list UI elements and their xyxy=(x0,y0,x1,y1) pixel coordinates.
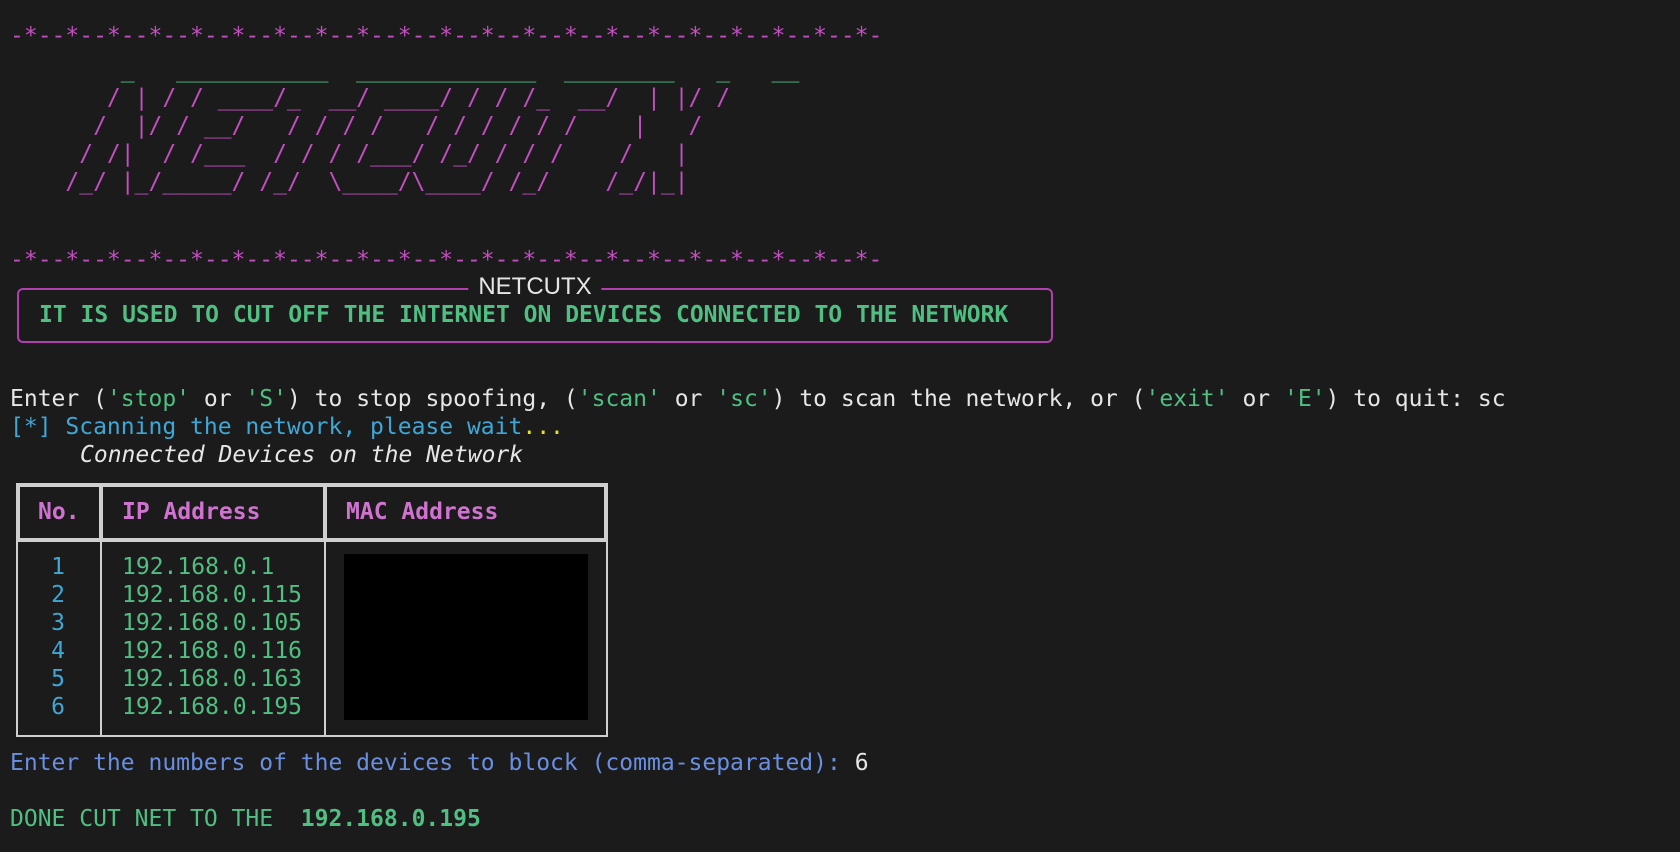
header-no: No. xyxy=(38,499,80,525)
banner-line-1: _ ___________ _____________ ________ _ _… xyxy=(10,57,800,83)
table-caption: Connected Devices on the Network xyxy=(80,442,524,468)
mac-address-redaction xyxy=(344,554,588,720)
device-ip: 192.168.0.163 xyxy=(122,666,303,692)
command-prompt-line: Enter ('stop' or 'S') to stop spoofing, … xyxy=(10,385,1506,413)
device-ip: 192.168.0.105 xyxy=(122,610,303,636)
panel-description: IT IS USED TO CUT OFF THE INTERNET ON DE… xyxy=(39,302,1009,328)
prompt-or-1: or xyxy=(190,386,246,412)
prompt-stop-text: ) to stop spoofing, ( xyxy=(286,386,578,412)
banner-line-2: / | / / ____/_ __/ ____/ / / /_ __/ | |/… xyxy=(10,85,731,111)
device-number: 1 xyxy=(51,554,65,580)
top-separator: -*--*--*--*--*--*--*--*--*--*--*--*--*--… xyxy=(10,23,883,49)
banner-line-4: / /| / /___ / / / /___/ /_/ / / / / | xyxy=(10,141,717,167)
netcutx-banner-logo: _ ___________ _____________ ________ _ _… xyxy=(10,56,799,196)
prompt-stop-word: 'stop' xyxy=(106,386,191,412)
prompt-user-input[interactable]: sc xyxy=(1478,386,1506,412)
device-number: 2 xyxy=(51,582,65,608)
device-ip: 192.168.0.1 xyxy=(122,554,275,580)
prompt-or-3: or xyxy=(1228,386,1284,412)
header-mac-address: MAC Address xyxy=(346,499,499,525)
device-number: 4 xyxy=(51,638,65,664)
prompt-enter: Enter ( xyxy=(10,386,107,412)
header-divider-1 xyxy=(99,483,103,542)
devices-table: No. IP Address MAC Address 1 2 3 4 5 6 1… xyxy=(16,483,608,737)
scanning-dots: ... xyxy=(522,414,564,440)
block-prompt-line: Enter the numbers of the devices to bloc… xyxy=(10,749,869,777)
result-ip: 192.168.0.195 xyxy=(300,806,481,832)
prompt-e-word: 'E' xyxy=(1284,386,1326,412)
prompt-exit-word: 'exit' xyxy=(1145,386,1229,412)
prompt-sc-word: 'sc' xyxy=(716,386,772,412)
device-ip: 192.168.0.116 xyxy=(122,638,303,664)
block-prompt-input[interactable]: 6 xyxy=(855,750,869,776)
prompt-quit-text: ) to quit: xyxy=(1325,386,1478,412)
device-number: 3 xyxy=(51,610,65,636)
banner-line-3: / |/ / __/ / / / / / / / / / / | / xyxy=(10,113,717,139)
header-ip-address: IP Address xyxy=(122,499,261,525)
scanning-text: [*] Scanning the network, please wait xyxy=(10,414,523,440)
prompt-scan-word: 'scan' xyxy=(577,386,661,412)
device-number: 6 xyxy=(51,694,65,720)
body-divider-1 xyxy=(100,542,102,737)
result-line: DONE CUT NET TO THE 192.168.0.195 xyxy=(10,805,481,833)
body-divider-2 xyxy=(324,542,326,737)
panel-title: NETCUTX xyxy=(468,273,602,301)
prompt-s-word: 'S' xyxy=(245,386,287,412)
device-ip: 192.168.0.115 xyxy=(122,582,303,608)
result-label: DONE CUT NET TO THE xyxy=(10,806,301,832)
device-number-column: 1 2 3 4 5 6 xyxy=(16,553,100,721)
header-divider-2 xyxy=(323,483,327,542)
device-ip-column: 192.168.0.1 192.168.0.115 192.168.0.105 … xyxy=(122,553,302,721)
device-ip: 192.168.0.195 xyxy=(122,694,303,720)
scanning-status: [*] Scanning the network, please wait... xyxy=(10,413,564,441)
bottom-separator: -*--*--*--*--*--*--*--*--*--*--*--*--*--… xyxy=(10,247,883,273)
prompt-scan-text: ) to scan the network, or ( xyxy=(771,386,1146,412)
table-header-frame xyxy=(16,483,608,542)
device-number: 5 xyxy=(51,666,65,692)
banner-line-5: /_/ |_/_____/ /_/ \____/\____/ /_/ /_/|_… xyxy=(10,169,717,195)
prompt-or-2: or xyxy=(660,386,717,412)
block-prompt-text: Enter the numbers of the devices to bloc… xyxy=(10,750,855,776)
info-panel: NETCUTX IT IS USED TO CUT OFF THE INTERN… xyxy=(17,273,1053,343)
